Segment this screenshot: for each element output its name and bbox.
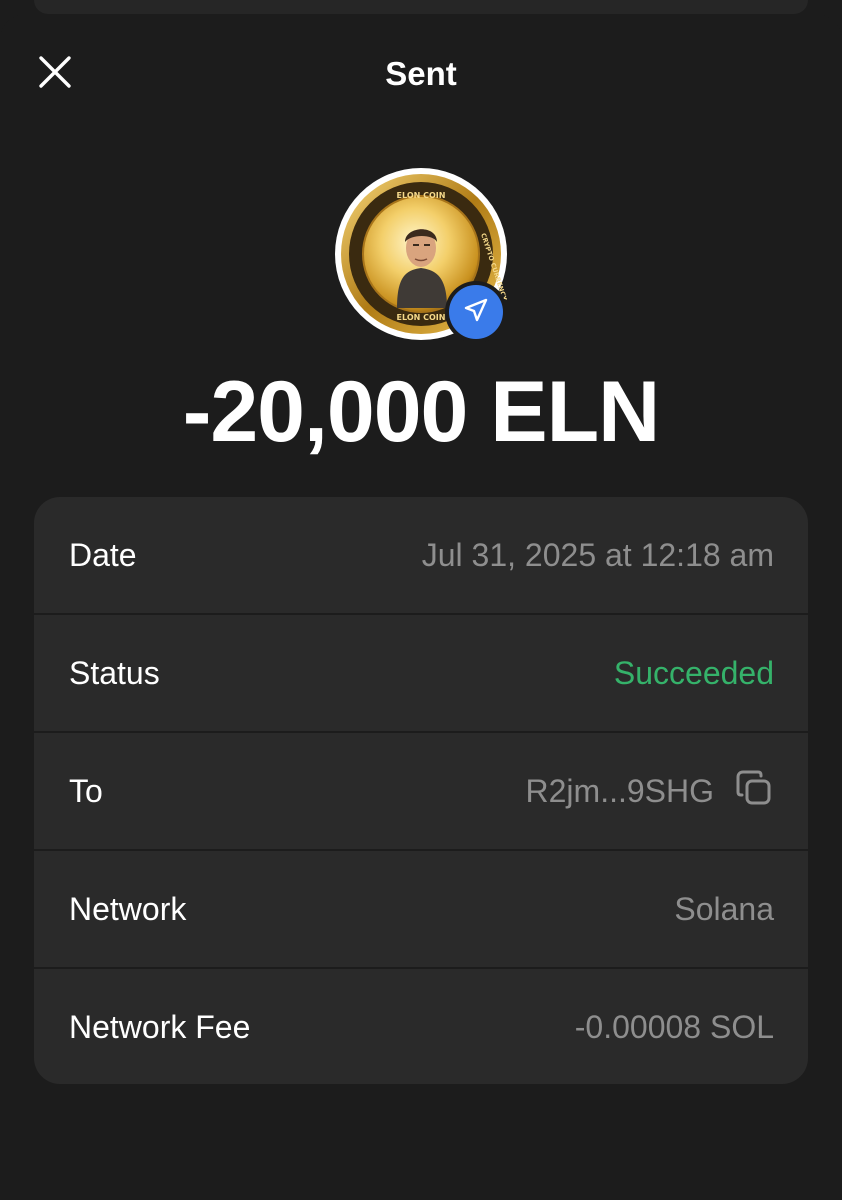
coin-text-top: ELON COIN [397, 191, 446, 200]
network-fee-value: -0.00008 SOL [574, 1009, 774, 1045]
transaction-detail-sheet: Sent ELON COIN ELON COIN CRYPTO CURRENCY… [0, 14, 842, 1200]
detail-row-to: To R2jm...9SHG [34, 733, 808, 850]
network-fee-label: Network Fee [69, 1009, 251, 1045]
transaction-amount: -20,000 ELN [182, 364, 661, 460]
date-value: Jul 31, 2025 at 12:18 am [421, 537, 774, 573]
page-title: Sent [385, 55, 457, 92]
to-address: R2jm...9SHG [525, 773, 714, 809]
network-label: Network [69, 891, 187, 927]
status-label: Status [69, 655, 160, 691]
token-avatar: ELON COIN ELON COIN CRYPTO CURRENCY [335, 168, 507, 343]
copy-address-button[interactable] [734, 770, 774, 812]
status-value: Succeeded [613, 655, 774, 691]
transaction-details-card: Date Jul 31, 2025 at 12:18 am Status Suc… [34, 497, 808, 1084]
detail-row-network: Network Solana [34, 851, 808, 968]
date-label: Date [69, 537, 137, 573]
detail-row-status: Status Succeeded [34, 615, 808, 732]
copy-icon [734, 768, 774, 816]
detail-row-date: Date Jul 31, 2025 at 12:18 am [34, 497, 808, 614]
to-value-group: R2jm...9SHG [525, 770, 774, 812]
sent-badge [445, 281, 507, 343]
background-sheet [34, 0, 808, 14]
send-icon [461, 295, 491, 330]
header: Sent [0, 14, 842, 134]
network-value: Solana [674, 891, 774, 927]
to-label: To [69, 773, 103, 809]
coin-text-bottom: ELON COIN [397, 313, 446, 322]
detail-row-network-fee: Network Fee -0.00008 SOL [34, 969, 808, 1084]
